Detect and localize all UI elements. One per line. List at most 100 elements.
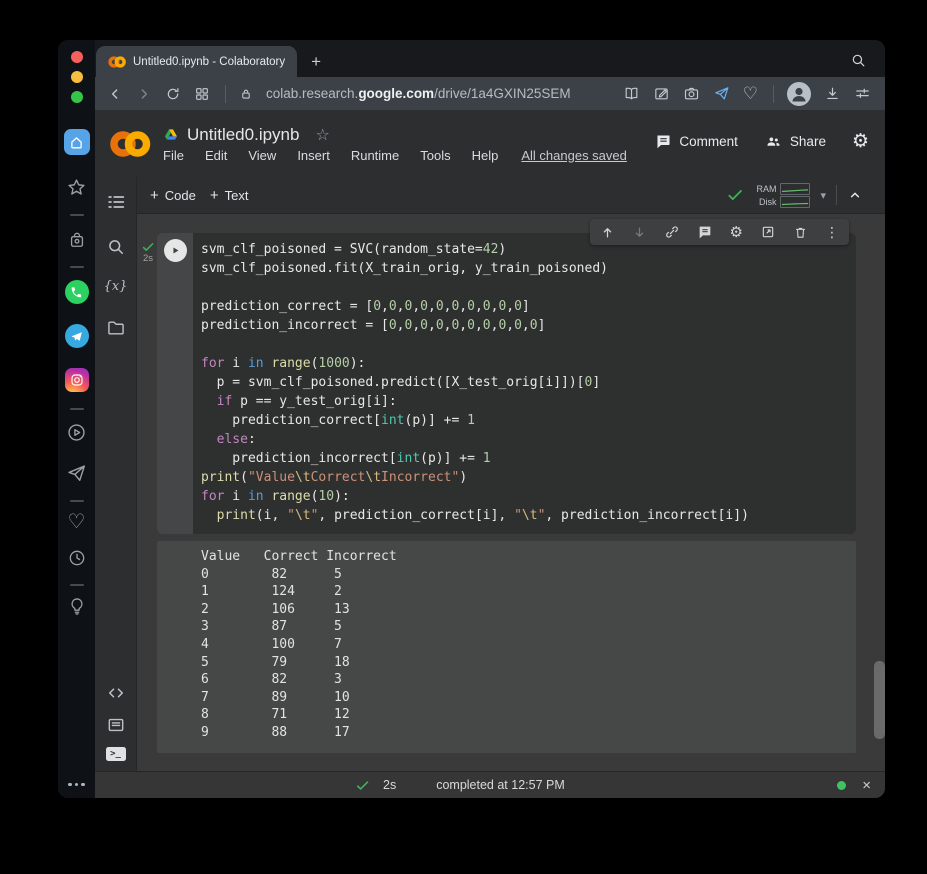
colab-logo[interactable] [107, 129, 153, 159]
paper-plane-icon [66, 463, 87, 484]
collapse-header-button[interactable] [847, 187, 863, 203]
telegram-button[interactable] [64, 324, 89, 348]
command-palette-button[interactable] [106, 715, 126, 735]
menu-item-tools[interactable]: Tools [420, 148, 450, 163]
comment-button[interactable]: Comment [655, 133, 738, 150]
save-status[interactable]: All changes saved [521, 148, 627, 163]
url-path: /drive/1a4GXIN25SEM [434, 86, 571, 101]
browser-window: ♡ Untitled0.ipynb - Colaboratory + colab… [58, 40, 885, 798]
send-panel-button[interactable] [66, 463, 87, 484]
settings-gear-button[interactable]: ⚙ [852, 132, 869, 151]
menu-item-view[interactable]: View [248, 148, 276, 163]
menu-item-file[interactable]: File [163, 148, 184, 163]
new-tab-button[interactable]: + [311, 53, 321, 70]
ideas-panel-button[interactable] [67, 596, 87, 616]
menu-bar: File Edit View Insert Runtime Tools Help [163, 148, 519, 163]
share-button[interactable]: Share [764, 133, 826, 150]
notebook-area: 2s ⚙ ⋮ svm_clf_poisoned = SVC(random_sta… [137, 214, 885, 771]
code-editor[interactable]: svm_clf_poisoned = SVC(random_state=42) s… [193, 233, 856, 534]
comment-label: Comment [679, 134, 738, 149]
whatsapp-button[interactable] [64, 280, 89, 304]
code-snippets-button[interactable] [106, 683, 126, 703]
maximize-traffic-light[interactable] [70, 91, 83, 103]
menu-item-insert[interactable]: Insert [297, 148, 330, 163]
dock-divider [69, 214, 84, 216]
minimize-traffic-light[interactable] [70, 71, 83, 83]
dock-more-button[interactable] [68, 782, 85, 786]
dismiss-status-button[interactable]: × [862, 778, 871, 793]
favorites-panel-button[interactable]: ♡ [68, 512, 86, 532]
people-icon [764, 133, 783, 150]
browser-search-button[interactable] [850, 52, 867, 69]
home-panel-button[interactable] [63, 129, 90, 155]
menu-item-runtime[interactable]: Runtime [351, 148, 399, 163]
media-panel-button[interactable] [66, 422, 87, 443]
lock-icon[interactable] [239, 87, 253, 101]
shopping-bag-icon [67, 230, 87, 250]
menu-item-edit[interactable]: Edit [205, 148, 227, 163]
table-of-contents-button[interactable] [105, 191, 127, 213]
files-button[interactable] [106, 318, 126, 338]
execution-status-bar: 2s completed at 12:57 PM × [95, 771, 885, 798]
cell-more-actions-button[interactable]: ⋮ [825, 225, 839, 239]
url-prefix: colab.research. [266, 86, 359, 101]
delete-cell-button[interactable] [793, 225, 808, 240]
close-traffic-light[interactable] [70, 51, 83, 63]
tab-bar: Untitled0.ipynb - Colaboratory + [95, 40, 885, 77]
cell-gutter [157, 233, 193, 534]
shopping-panel-button[interactable] [67, 230, 87, 250]
reading-list-icon[interactable] [623, 85, 640, 102]
comment-cell-button[interactable] [697, 224, 713, 240]
capture-icon[interactable] [683, 85, 700, 102]
mirror-cell-button[interactable] [760, 224, 776, 240]
favorite-page-icon[interactable]: ♡ [743, 85, 758, 102]
notebook-scrollbar-thumb[interactable] [874, 661, 885, 739]
variables-button[interactable]: {x} [104, 279, 128, 294]
resources-dropdown-caret[interactable]: ▾ [820, 189, 826, 202]
add-code-label: Code [164, 187, 196, 203]
forward-button[interactable] [136, 86, 152, 102]
run-cell-button[interactable] [163, 239, 187, 262]
colab-left-panel: {x} >_ [95, 177, 137, 771]
status-exec-time: 2s [383, 778, 397, 792]
notebook-title[interactable]: Untitled0.ipynb [187, 125, 299, 145]
execution-badge: 2s [140, 240, 156, 264]
plus-icon: + [150, 186, 159, 204]
settings-sliders-icon[interactable] [854, 85, 871, 102]
reload-button[interactable] [165, 86, 181, 102]
play-icon [172, 247, 178, 254]
move-cell-up-button[interactable] [600, 225, 615, 240]
bookmarks-panel-button[interactable] [66, 177, 87, 198]
downloads-icon[interactable] [824, 85, 841, 102]
add-text-button[interactable]: + Text [210, 188, 249, 203]
share-label: Share [789, 134, 826, 149]
speed-dial-icon[interactable] [194, 86, 210, 102]
tab-colaboratory[interactable]: Untitled0.ipynb - Colaboratory [96, 46, 298, 77]
url-field[interactable]: colab.research.google.com/drive/1a4GXIN2… [266, 86, 623, 101]
disk-sparkline [780, 195, 811, 208]
profile-avatar[interactable] [787, 81, 811, 106]
instagram-button[interactable] [64, 368, 89, 392]
browser-dock: ♡ [58, 40, 95, 798]
ram-sparkline [780, 182, 811, 195]
star-icon [66, 177, 87, 198]
copy-link-to-cell-button[interactable] [664, 224, 680, 240]
cell-settings-gear-button[interactable]: ⚙ [730, 225, 743, 240]
code-cell: svm_clf_poisoned = SVC(random_state=42) s… [157, 233, 856, 534]
add-code-button[interactable]: + Code [150, 188, 196, 203]
back-button[interactable] [107, 86, 123, 102]
terminal-button[interactable]: >_ [105, 747, 126, 761]
edit-page-icon[interactable] [653, 85, 670, 102]
menu-item-help[interactable]: Help [472, 148, 499, 163]
star-notebook-button[interactable]: ☆ [315, 125, 329, 145]
share-page-icon[interactable] [713, 85, 730, 102]
dock-divider [69, 266, 84, 268]
find-replace-button[interactable] [106, 237, 126, 257]
history-panel-button[interactable] [67, 548, 87, 568]
move-cell-down-button[interactable] [632, 225, 647, 240]
urlbar-divider [773, 84, 774, 103]
execution-time: 2s [142, 253, 154, 264]
resource-monitor[interactable]: RAM Disk [754, 182, 811, 208]
cell-toolbar: ⚙ ⋮ [589, 219, 849, 245]
dock-divider [69, 500, 84, 502]
